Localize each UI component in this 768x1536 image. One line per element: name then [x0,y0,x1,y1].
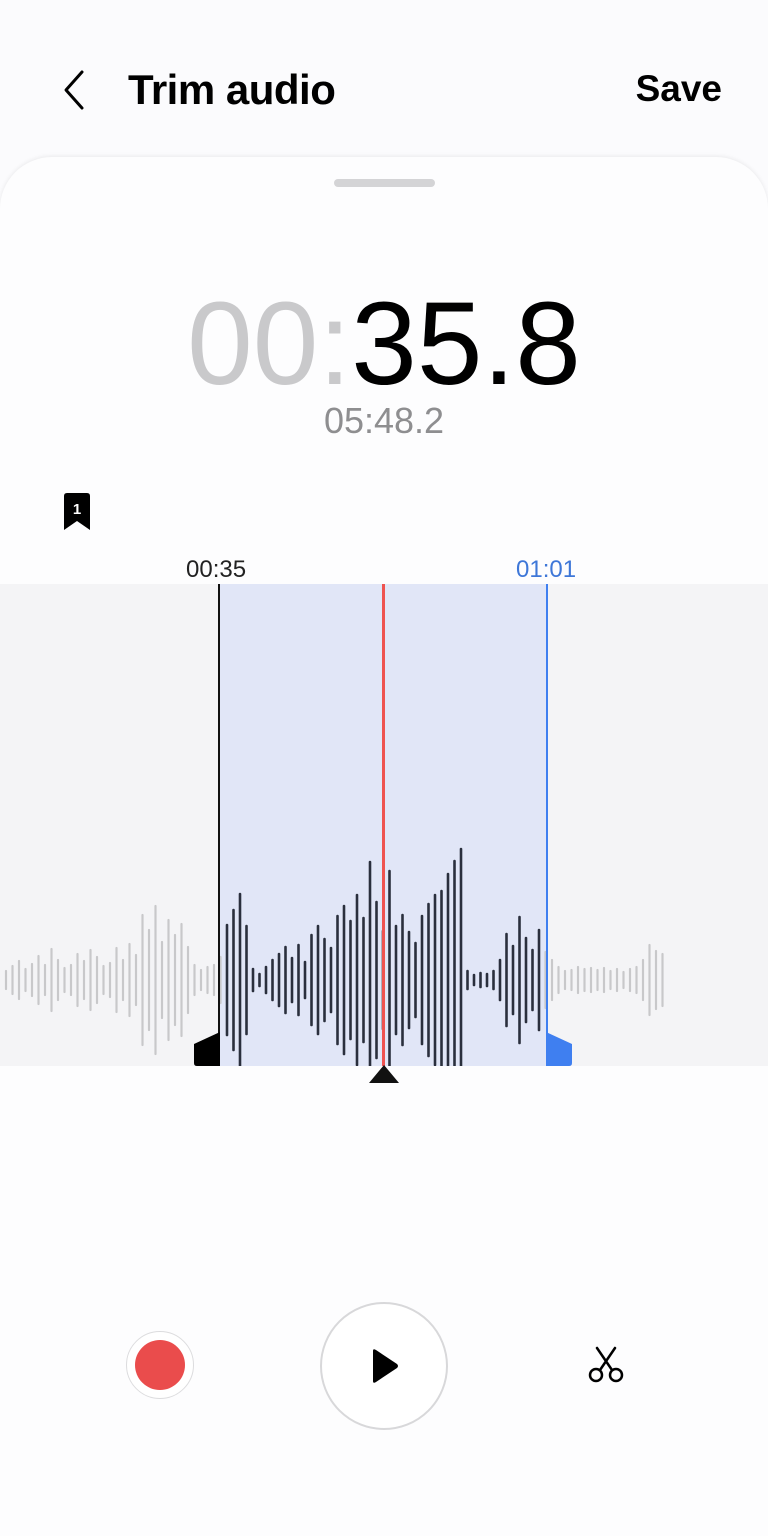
scissors-icon [588,1346,624,1383]
waveform-timeline[interactable] [0,584,768,1083]
trim-end-time: 01:01 [516,556,577,583]
play-icon [373,1349,398,1383]
record-button[interactable] [126,1331,194,1399]
editor-sheet: 00:35.8 05:48.2 1 00:35 01:01 [0,157,768,1536]
back-button[interactable] [46,62,102,118]
page-title: Trim audio [128,66,336,113]
save-button[interactable]: Save [636,68,722,110]
bookmark-marker[interactable]: 1 [62,493,92,531]
trim-button[interactable] [580,1339,632,1391]
trim-end-line [546,584,548,1066]
app-header: Trim audio Save [0,0,768,160]
current-time-display: 00:35.8 [0,285,768,403]
time-seconds: 35.8 [351,278,581,410]
trim-start-line [218,584,220,1066]
time-separator: : [318,278,352,410]
trim-audio-screen: Trim audio Save 00:35.8 05:48.2 1 00:35 … [0,0,768,1536]
playhead-handle[interactable] [368,1065,400,1085]
drag-handle[interactable] [334,179,435,187]
trim-start-handle[interactable] [194,1032,220,1066]
trim-end-handle[interactable] [546,1032,572,1066]
trim-start-time: 00:35 [186,556,247,583]
chevron-left-icon [64,70,84,110]
bookmark-number: 1 [72,501,82,518]
total-duration: 05:48.2 [323,400,445,441]
playhead-line [382,584,385,1066]
time-minutes: 00 [187,278,319,410]
play-button[interactable] [320,1302,448,1430]
record-icon [135,1340,185,1390]
